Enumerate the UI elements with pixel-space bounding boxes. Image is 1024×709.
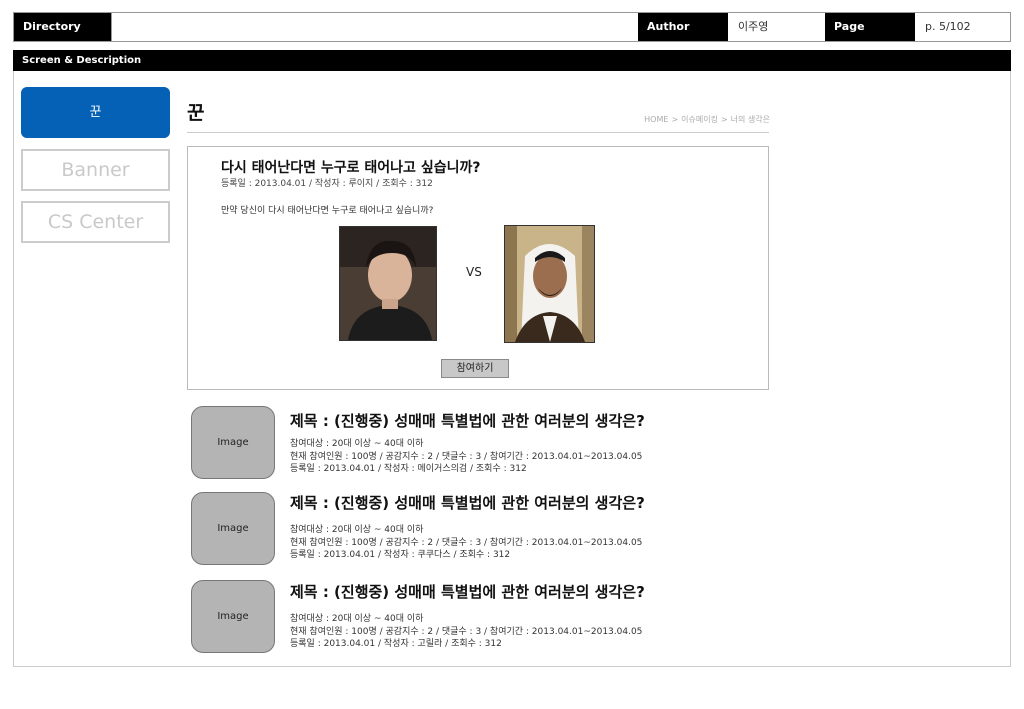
title-divider (187, 132, 769, 133)
list-item-thumbnail[interactable]: Image (191, 406, 275, 479)
list-item-meta: 등록일 : 2013.04.01 / 작성자 : 메이거스의검 / 조회수 : … (290, 464, 527, 474)
list-item-target: 참여대상 : 20대 이상 ~ 40대 이하 (290, 525, 424, 535)
list-item-thumbnail[interactable]: Image (191, 492, 275, 565)
candidate-photo-1[interactable] (339, 226, 437, 341)
page-title: 꾼 (187, 102, 205, 124)
author-label: Author (638, 13, 728, 41)
portrait-icon (340, 227, 436, 340)
header-bar: Directory Author 이주영 Page p. 5/102 (13, 12, 1011, 42)
portrait-icon (505, 226, 594, 342)
menu-item-cs-center[interactable]: CS Center (21, 201, 170, 243)
list-item-meta: 등록일 : 2013.04.01 / 작성자 : 고릴라 / 조회수 : 312 (290, 639, 502, 649)
breadcrumb-home[interactable]: HOME (644, 115, 668, 124)
breadcrumb-separator-icon: > (720, 115, 728, 124)
poll-question: 다시 태어난다면 누구로 태어나고 싶습니까? (221, 160, 481, 176)
page-label: Page (825, 13, 915, 41)
list-item-meta: 등록일 : 2013.04.01 / 작성자 : 쿠쿠다스 / 조회수 : 31… (290, 550, 511, 560)
breadcrumb-current: 너의 생각은 (730, 115, 770, 124)
list-item-stats: 현재 참여인원 : 100명 / 공감지수 : 2 / 댓글수 : 3 / 참여… (290, 627, 643, 637)
vs-label: VS (466, 265, 482, 279)
breadcrumb-issue[interactable]: 이슈메이킹 (681, 115, 718, 124)
candidate-photo-2[interactable] (504, 225, 595, 343)
breadcrumb-separator-icon: > (671, 115, 679, 124)
list-item-thumbnail[interactable]: Image (191, 580, 275, 653)
list-item-title[interactable]: 제목 : (진행중) 성매매 특별법에 관한 여러분의 생각은? (290, 492, 645, 513)
list-item-title[interactable]: 제목 : (진행중) 성매매 특별법에 관한 여러분의 생각은? (290, 410, 645, 431)
list-item-title[interactable]: 제목 : (진행중) 성매매 특별법에 관한 여러분의 생각은? (290, 581, 645, 602)
list-item-target: 참여대상 : 20대 이상 ~ 40대 이하 (290, 439, 424, 449)
directory-label: Directory (14, 13, 111, 41)
list-item-stats: 현재 참여인원 : 100명 / 공감지수 : 2 / 댓글수 : 3 / 참여… (290, 452, 643, 462)
section-bar: Screen & Description (13, 50, 1011, 71)
poll-meta: 등록일 : 2013.04.01 / 작성자 : 루이지 / 조회수 : 312 (221, 179, 433, 189)
menu-item-banner[interactable]: Banner (21, 149, 170, 191)
author-value: 이주영 (728, 13, 825, 41)
page-value: p. 5/102 (915, 13, 1010, 41)
menu-item-active[interactable]: 꾼 (21, 87, 170, 138)
poll-description: 만약 당신이 다시 태어난다면 누구로 태어나고 싶습니까? (221, 206, 434, 216)
list-item-stats: 현재 참여인원 : 100명 / 공감지수 : 2 / 댓글수 : 3 / 참여… (290, 538, 643, 548)
join-button[interactable]: 참여하기 (441, 359, 509, 378)
directory-value (111, 13, 638, 41)
breadcrumb: HOME > 이슈메이킹 > 너의 생각은 (600, 114, 770, 125)
list-item-target: 참여대상 : 20대 이상 ~ 40대 이하 (290, 614, 424, 624)
